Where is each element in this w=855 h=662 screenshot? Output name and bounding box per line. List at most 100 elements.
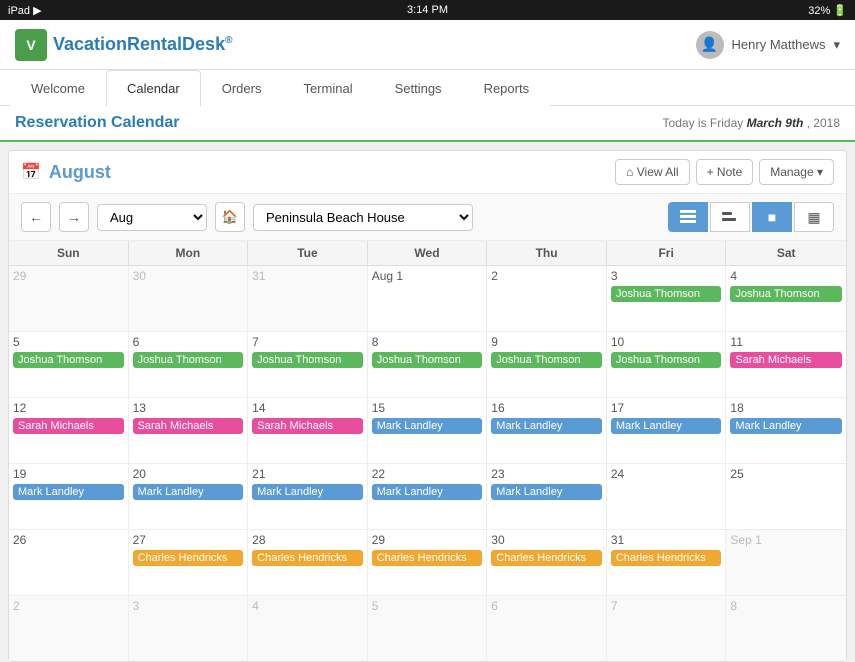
view-month-button[interactable] [668,202,708,232]
calendar-event[interactable]: Mark Landley [730,418,842,434]
day-cell[interactable]: 17Mark Landley [607,398,727,463]
calendar-event[interactable]: Joshua Thomson [491,352,602,368]
day-cell[interactable]: Aug 1 [368,266,488,331]
day-number: 23 [491,467,602,481]
calendar-event[interactable]: Joshua Thomson [372,352,483,368]
day-cell[interactable]: 22Mark Landley [368,464,488,529]
status-right: 32% 🔋 [808,4,847,17]
calendar-event[interactable]: Mark Landley [491,418,602,434]
calendar-event[interactable]: Charles Hendricks [491,550,602,566]
calendar-event[interactable]: Joshua Thomson [611,352,722,368]
day-cell[interactable]: 31Charles Hendricks [607,530,727,595]
calendar-event[interactable]: Mark Landley [372,418,483,434]
calendar-event[interactable]: Joshua Thomson [611,286,722,302]
day-cell[interactable]: 5 [368,596,488,661]
day-cell[interactable]: 28 Charles Hendricks [248,530,368,595]
day-cell[interactable]: 4Joshua Thomson [726,266,846,331]
day-cell[interactable]: 24 [607,464,727,529]
day-cell[interactable]: 29Charles Hendricks [368,530,488,595]
calendar-event[interactable]: Sarah Michaels [133,418,244,434]
view-grid-button[interactable]: ▦ [794,202,834,232]
manage-button[interactable]: Manage ▾ [759,159,834,185]
calendar-event[interactable]: Mark Landley [252,484,363,500]
calendar-event[interactable]: Mark Landley [13,484,124,500]
day-cell[interactable]: 14 Sarah Michaels [248,398,368,463]
tab-orders[interactable]: Orders [201,70,283,106]
calendar-event[interactable]: Charles Hendricks [133,550,244,566]
day-cell[interactable]: 31 [248,266,368,331]
calendar-event[interactable]: Joshua Thomson [730,286,842,302]
day-cell[interactable]: 2 [487,266,607,331]
user-info[interactable]: 👤 Henry Matthews ▾ [696,31,840,59]
day-cell[interactable]: 30Charles Hendricks [487,530,607,595]
day-cell[interactable]: 3Joshua Thomson [607,266,727,331]
calendar-event[interactable]: Sarah Michaels [252,418,363,434]
next-month-button[interactable]: → [59,202,89,232]
day-cell[interactable]: 23 Mark Landley [487,464,607,529]
day-cell[interactable]: 25 [726,464,846,529]
tab-reports[interactable]: Reports [463,70,551,106]
view-all-button[interactable]: ⌂ View All [615,159,689,185]
day-cell[interactable]: 6 Joshua Thomson [129,332,249,397]
calendar-event[interactable]: Mark Landley [372,484,483,500]
day-cell[interactable]: 18Mark Landley [726,398,846,463]
day-cell[interactable]: 26 [9,530,129,595]
day-cell[interactable]: 16Mark Landley [487,398,607,463]
user-dropdown-icon[interactable]: ▾ [833,37,840,53]
day-cell[interactable]: 19Mark Landley [9,464,129,529]
calendar-event[interactable]: Joshua Thomson [133,352,244,368]
calendar-event[interactable]: Charles Hendricks [372,550,483,566]
month-title: 📅 August [21,162,111,183]
day-cell[interactable]: 10Joshua Thomson [607,332,727,397]
day-number: 3 [133,599,244,613]
tab-calendar[interactable]: Calendar [106,70,201,106]
day-cell[interactable]: 12Sarah Michaels [9,398,129,463]
prev-month-button[interactable]: ← [21,202,51,232]
calendar-event[interactable]: Charles Hendricks [611,550,722,566]
day-cell[interactable]: 20Mark Landley [129,464,249,529]
calendar-event[interactable]: Joshua Thomson [13,352,124,368]
day-cell[interactable]: 2 [9,596,129,661]
month-select[interactable]: Aug [97,204,207,231]
property-select[interactable]: Peninsula Beach House [253,204,473,231]
day-cell[interactable]: 8 [726,596,846,661]
calendar-event[interactable]: Mark Landley [611,418,722,434]
calendar-event[interactable]: Joshua Thomson [252,352,363,368]
day-cell[interactable]: 30 [129,266,249,331]
day-number: 24 [611,467,722,481]
calendar-event[interactable]: Mark Landley [491,484,602,500]
day-number: 6 [133,335,244,349]
day-cell[interactable]: 4 [248,596,368,661]
day-cell[interactable]: 29 [9,266,129,331]
logo-text: VacationRentalDesk® [53,34,232,55]
calendar-rows: 293031Aug 123Joshua Thomson4Joshua Thoms… [9,266,846,661]
day-cell[interactable]: 21Mark Landley [248,464,368,529]
tab-terminal[interactable]: Terminal [282,70,373,106]
day-cell[interactable]: 5Joshua Thomson [9,332,129,397]
view-list-button[interactable]: ■ [752,202,792,232]
day-cell[interactable]: 7Joshua Thomson [248,332,368,397]
day-cell[interactable]: Sep 1 [726,530,846,595]
day-number: 14 [252,401,363,415]
calendar-event[interactable]: Charles Hendricks [252,550,363,566]
day-cell[interactable]: 3 [129,596,249,661]
day-cell[interactable]: 8Joshua Thomson [368,332,488,397]
calendar-event[interactable]: Sarah Michaels [730,352,842,368]
day-cell[interactable]: 27Charles Hendricks [129,530,249,595]
day-cell[interactable]: 13Sarah Michaels [129,398,249,463]
day-cell[interactable]: 9Joshua Thomson [487,332,607,397]
home-button[interactable]: 🏠 [215,202,245,232]
day-cell[interactable]: 7 [607,596,727,661]
day-cell[interactable]: 6 [487,596,607,661]
day-cell[interactable]: 15Mark Landley [368,398,488,463]
calendar-event[interactable]: Sarah Michaels [13,418,124,434]
day-cell[interactable]: 11Sarah Michaels [726,332,846,397]
calendar-row: 12Sarah Michaels13Sarah Michaels14 Sarah … [9,398,846,464]
view-timeline-button[interactable] [710,202,750,232]
note-button[interactable]: + Note [696,159,754,185]
tab-settings[interactable]: Settings [374,70,463,106]
calendar-event[interactable]: Mark Landley [133,484,244,500]
day-header-tue: Tue [248,241,368,265]
day-number: 28 [252,533,363,547]
tab-welcome[interactable]: Welcome [10,70,106,106]
